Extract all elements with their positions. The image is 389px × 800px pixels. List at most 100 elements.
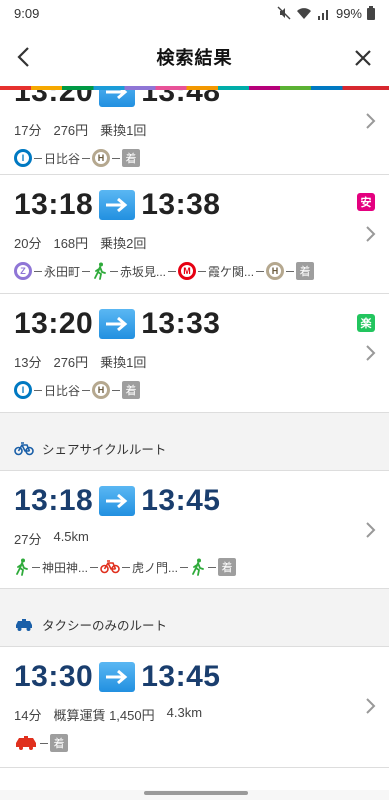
- transfers: 乗換1回: [100, 123, 147, 138]
- arrival-marker: 着: [122, 149, 141, 167]
- leg-connector: [110, 270, 119, 272]
- duration: 17分: [14, 123, 42, 138]
- line-m-badge: M: [178, 262, 197, 280]
- fare: 168円: [53, 236, 89, 251]
- arrive-time: 13:38: [141, 188, 221, 221]
- chevron-right-icon[interactable]: [363, 112, 377, 130]
- route-legs: Z 永田町 赤坂見... M 霞ケ関... H 着: [14, 262, 373, 280]
- leg-connector: [90, 566, 99, 568]
- wifi-icon: [296, 7, 311, 19]
- section-header-bike: シェアサイクルルート: [0, 413, 389, 471]
- route-card[interactable]: 13:30 13:45 14分 概算運賃 1,450円 4.3km 着: [0, 647, 389, 768]
- chevron-right-icon[interactable]: [363, 521, 377, 539]
- leg-connector: [34, 270, 42, 272]
- route-legs: I 日比谷 H 着: [14, 381, 373, 399]
- signal-icon: [317, 9, 328, 20]
- leg-connector: [82, 389, 91, 391]
- metro-line-badge: I: [14, 149, 32, 167]
- arrive-time: 13:45: [141, 660, 221, 693]
- leg-connector: [208, 566, 217, 568]
- taxi-icon: [16, 736, 36, 750]
- arrival-marker: 着: [296, 262, 315, 280]
- brand-stripe: [0, 86, 389, 90]
- app-bar: 検索結果: [0, 26, 389, 88]
- route-times: 13:18 13:38: [14, 185, 373, 225]
- route-meta: 14分 概算運賃 1,450円 4.3km: [14, 705, 373, 724]
- duration: 27分: [14, 532, 42, 547]
- transfers: 乗換2回: [100, 236, 147, 251]
- duration: 14分: [14, 708, 42, 723]
- leg-connector: [34, 157, 42, 159]
- arrow-icon: [99, 486, 136, 516]
- route-meta: 17分 276円 乗換1回: [14, 120, 373, 139]
- route-legs: I 日比谷 H 着: [14, 149, 373, 167]
- duration: 13分: [14, 355, 42, 370]
- distance: 4.3km: [166, 705, 203, 720]
- route-meta: 13分 276円 乗換1回: [14, 352, 373, 371]
- gesture-bar: [0, 790, 389, 800]
- status-time: 9:09: [14, 5, 40, 21]
- walk-icon: [16, 558, 28, 576]
- depart-time: 13:20: [14, 90, 94, 108]
- line-h-badge: H: [92, 149, 111, 167]
- home-indicator[interactable]: [144, 791, 248, 795]
- arrow-icon: [99, 90, 136, 107]
- station-name: 日比谷: [44, 383, 81, 398]
- fare-estimate: 概算運賃 1,450円: [53, 708, 155, 723]
- station-name: 神田神...: [42, 560, 89, 575]
- leg-connector: [122, 566, 131, 568]
- leg-connector: [256, 270, 265, 272]
- depart-time: 13:30: [14, 660, 94, 693]
- easy-tag: 楽: [357, 314, 375, 332]
- depart-time: 13:20: [14, 307, 94, 340]
- fare: 276円: [53, 123, 89, 138]
- route-card[interactable]: 13:20 13:33 楽 13分 276円 乗換1回 I 日比谷 H 着: [0, 294, 389, 413]
- arrive-time: 13:33: [141, 307, 221, 340]
- distance: 4.5km: [53, 529, 89, 544]
- station-name: 赤坂見...: [120, 264, 167, 279]
- bicycle-icon: [14, 441, 34, 455]
- fare: 276円: [53, 355, 89, 370]
- section-label: タクシーのみのルート: [42, 619, 168, 633]
- route-times: 13:20 13:33: [14, 304, 373, 344]
- status-icons: 99%: [277, 6, 375, 21]
- route-legs: 神田神... 虎ノ門... 着: [14, 558, 373, 576]
- line-h-badge: H: [92, 381, 111, 399]
- route-meta: 27分 4.5km: [14, 529, 373, 548]
- status-bar: 9:09 99%: [0, 0, 389, 26]
- page-title: 検索結果: [156, 48, 233, 68]
- results-list[interactable]: 13:20 13:48 17分 276円 乗換1回 I 日比谷 H 着 13:1…: [0, 90, 389, 790]
- arrival-marker: 着: [122, 381, 141, 399]
- route-legs: 着: [14, 734, 373, 752]
- leg-connector: [40, 742, 48, 744]
- route-card[interactable]: 13:20 13:48 17分 276円 乗換1回 I 日比谷 H 着: [0, 90, 389, 175]
- depart-time: 13:18: [14, 484, 94, 517]
- station-name: 霞ケ関...: [208, 264, 255, 279]
- arrow-icon: [99, 190, 136, 220]
- depart-time: 13:18: [14, 188, 94, 221]
- chevron-right-icon[interactable]: [363, 344, 377, 362]
- leg-connector: [112, 389, 121, 391]
- section-label: シェアサイクルルート: [42, 443, 167, 457]
- chevron-right-icon[interactable]: [363, 225, 377, 243]
- route-card[interactable]: 13:18 13:38 安 20分 168円 乗換2回 Z 永田町 赤坂見...…: [0, 175, 389, 294]
- arrive-time: 13:48: [141, 90, 221, 108]
- station-name: 永田町: [44, 264, 81, 279]
- leg-connector: [180, 566, 189, 568]
- back-arrow-icon[interactable]: [14, 46, 36, 68]
- leg-connector: [82, 157, 91, 159]
- chevron-right-icon[interactable]: [363, 697, 377, 715]
- line-h-badge: H: [266, 262, 285, 280]
- leg-connector: [112, 157, 121, 159]
- station-name: 日比谷: [44, 151, 81, 166]
- close-icon[interactable]: [353, 48, 373, 68]
- arrival-marker: 着: [50, 734, 68, 752]
- route-card[interactable]: 13:18 13:45 27分 4.5km 神田神... 虎ノ門... 着: [0, 471, 389, 589]
- arrival-marker: 着: [218, 558, 237, 576]
- mute-icon: [277, 6, 291, 20]
- route-meta: 20分 168円 乗換2回: [14, 233, 373, 252]
- metro-line-badge: I: [14, 381, 32, 399]
- leg-connector: [32, 566, 40, 568]
- arrow-icon: [99, 662, 136, 692]
- battery-icon: [367, 6, 375, 20]
